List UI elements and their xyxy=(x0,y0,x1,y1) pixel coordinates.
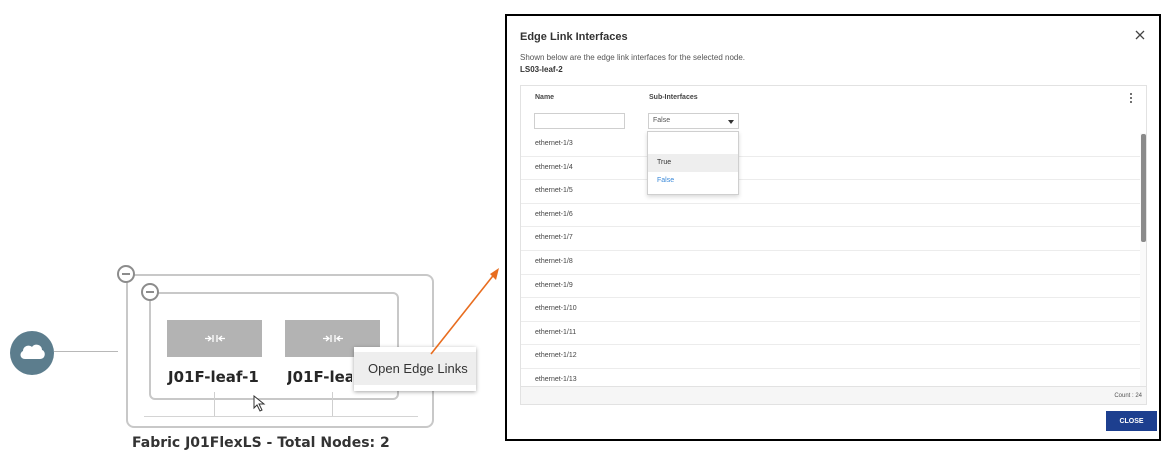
row-count: Count : 24 xyxy=(1114,393,1142,399)
interface-name: ethernet-1/5 xyxy=(535,187,573,195)
interface-name: ethernet-1/3 xyxy=(535,140,573,147)
dropdown-option-true-label: True xyxy=(657,159,672,166)
edge-links-table: Name Sub-Interfaces False ethernet-1/3 e… xyxy=(520,85,1147,405)
dropdown-option-true[interactable]: True xyxy=(648,154,738,172)
table-scrollbar-thumb[interactable] xyxy=(1141,134,1146,242)
table-row[interactable]: ethernet-1/8 xyxy=(521,251,1141,275)
edge-link-interfaces-dialog: Edge Link Interfaces Shown below are the… xyxy=(505,14,1161,441)
dropdown-option-false[interactable]: False xyxy=(648,172,738,190)
table-row[interactable]: ethernet-1/4 xyxy=(521,157,1141,181)
dropdown-option-false-label: False xyxy=(657,177,675,184)
dialog-description: Shown below are the edge link interfaces… xyxy=(520,53,746,62)
table-row[interactable]: ethernet-1/11 xyxy=(521,322,1141,346)
interface-name: ethernet-1/11 xyxy=(535,328,577,336)
interface-name: ethernet-1/7 xyxy=(535,234,573,242)
sub-interfaces-dropdown-menu: True False xyxy=(647,131,739,195)
table-row[interactable]: ethernet-1/12 xyxy=(521,345,1141,369)
sub-interfaces-filter-value: False xyxy=(653,117,671,124)
column-header-name[interactable]: Name xyxy=(535,94,554,101)
chevron-down-icon xyxy=(728,120,734,124)
sub-interfaces-filter-select[interactable]: False xyxy=(648,113,739,129)
interface-name: ethernet-1/9 xyxy=(535,281,573,289)
table-row[interactable]: ethernet-1/3 xyxy=(521,133,1141,157)
dialog-title: Edge Link Interfaces xyxy=(520,31,628,43)
table-row[interactable]: ethernet-1/6 xyxy=(521,204,1141,228)
interface-name: ethernet-1/8 xyxy=(535,257,573,265)
selected-node-name: LS03-leaf-2 xyxy=(520,65,563,74)
table-options-icon[interactable] xyxy=(1129,93,1133,106)
close-icon[interactable] xyxy=(1133,28,1147,42)
table-footer: Count : 24 xyxy=(521,386,1146,404)
table-row[interactable]: ethernet-1/5 xyxy=(521,180,1141,204)
name-filter-input[interactable] xyxy=(534,113,625,129)
interface-name: ethernet-1/13 xyxy=(535,375,577,383)
interface-name: ethernet-1/12 xyxy=(535,352,577,360)
close-button[interactable]: CLOSE xyxy=(1106,411,1157,431)
table-body: ethernet-1/3 ethernet-1/4 ethernet-1/5 e… xyxy=(521,133,1141,393)
interface-name: ethernet-1/4 xyxy=(535,163,573,171)
column-header-sub-interfaces[interactable]: Sub-Interfaces xyxy=(649,94,698,101)
table-row[interactable]: ethernet-1/10 xyxy=(521,298,1141,322)
table-row[interactable]: ethernet-1/7 xyxy=(521,227,1141,251)
dropdown-option-empty[interactable] xyxy=(648,132,738,150)
interface-name: ethernet-1/6 xyxy=(535,210,573,218)
table-row[interactable]: ethernet-1/9 xyxy=(521,275,1141,299)
interface-name: ethernet-1/10 xyxy=(535,305,577,313)
